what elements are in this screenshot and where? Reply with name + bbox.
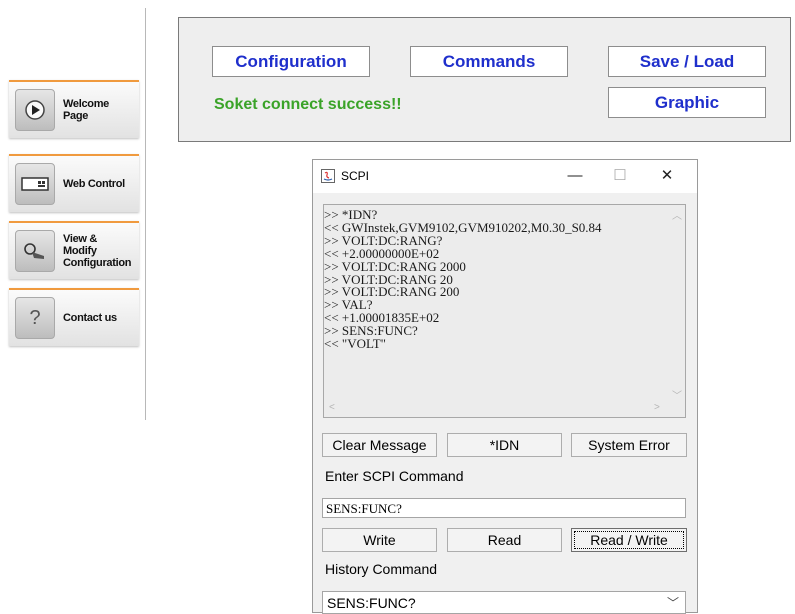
vertical-divider <box>145 8 146 420</box>
idn-button[interactable]: *IDN <box>447 433 562 457</box>
nav-label: View & Modify Configuration <box>63 233 132 269</box>
keyboard-icon <box>15 163 55 205</box>
graphic-button[interactable]: Graphic <box>608 87 766 118</box>
nav-view-modify-configuration[interactable]: View & Modify Configuration <box>9 221 139 279</box>
write-button[interactable]: Write <box>322 528 437 552</box>
scpi-window: SCPI — ☐ ✕ >> *IDN? << GWInstek,GVM9102,… <box>312 159 698 614</box>
vertical-scrollbar[interactable]: ︿ ﹀ <box>668 205 685 403</box>
history-selected-value: SENS:FUNC? <box>327 595 416 611</box>
save-load-button[interactable]: Save / Load <box>608 46 766 77</box>
nav-label: Web Control <box>63 178 125 190</box>
close-button[interactable]: ✕ <box>656 166 678 186</box>
scpi-command-input[interactable]: SENS:FUNC? <box>322 498 686 518</box>
play-icon <box>15 89 55 131</box>
history-command-select[interactable]: SENS:FUNC? ﹀ <box>322 591 686 614</box>
hand-icon <box>15 230 55 272</box>
scroll-down-icon[interactable]: ﹀ <box>672 387 682 402</box>
history-command-label: History Command <box>325 561 438 577</box>
scroll-up-icon[interactable]: ︿ <box>672 207 682 222</box>
nav-welcome-page[interactable]: Welcome Page <box>9 80 139 138</box>
scroll-right-icon[interactable]: > <box>654 402 660 413</box>
system-error-button[interactable]: System Error <box>571 433 687 457</box>
connection-status: Soket connect success!! <box>214 96 402 113</box>
maximize-button[interactable]: ☐ <box>609 166 631 186</box>
chevron-down-icon: ﹀ <box>666 596 679 610</box>
java-app-icon <box>321 169 335 183</box>
top-toolbar-panel: Configuration Commands Save / Load Graph… <box>178 17 791 142</box>
commands-button[interactable]: Commands <box>410 46 568 77</box>
nav-label: Welcome Page <box>63 98 109 122</box>
console-output[interactable]: >> *IDN? << GWInstek,GVM9102,GVM910202,M… <box>323 204 686 418</box>
read-write-button[interactable]: Read / Write <box>571 528 687 552</box>
console-text: >> *IDN? << GWInstek,GVM9102,GVM910202,M… <box>324 207 602 352</box>
nav-label: Contact us <box>63 312 117 324</box>
minimize-button[interactable]: — <box>564 166 586 186</box>
clear-message-button[interactable]: Clear Message <box>322 433 437 457</box>
question-icon: ? <box>15 297 55 339</box>
nav-web-control[interactable]: Web Control <box>9 154 139 212</box>
read-button[interactable]: Read <box>447 528 562 552</box>
window-titlebar[interactable]: SCPI — ☐ ✕ <box>313 160 697 193</box>
enter-command-label: Enter SCPI Command <box>325 468 464 484</box>
window-title: SCPI <box>341 169 370 183</box>
nav-contact-us[interactable]: ? Contact us <box>9 288 139 346</box>
configuration-button[interactable]: Configuration <box>212 46 370 77</box>
scroll-left-icon[interactable]: < <box>329 402 335 413</box>
horizontal-scrollbar[interactable]: < > <box>324 401 670 417</box>
